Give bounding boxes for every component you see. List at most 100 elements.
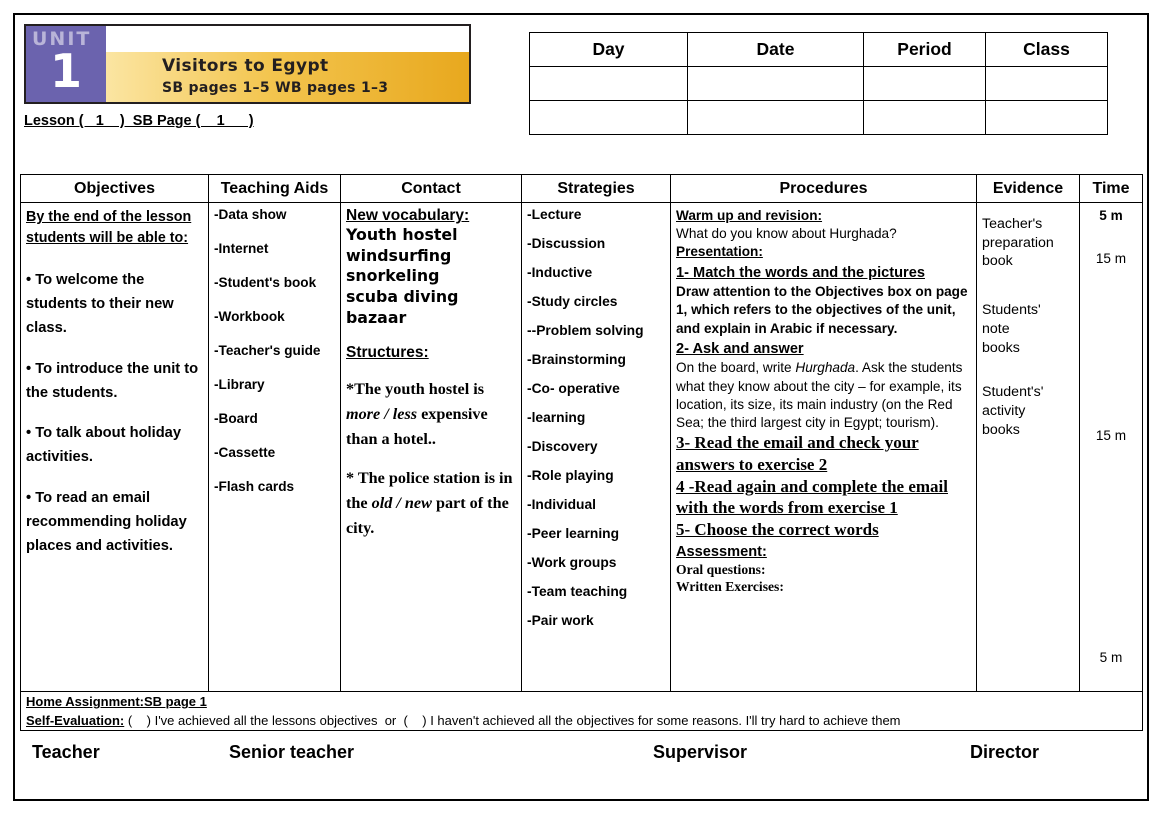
strategy-item: -Discovery <box>527 439 598 454</box>
teaching-aid-item: -Data show <box>214 207 287 222</box>
signature-teacher: Teacher <box>32 742 100 762</box>
cell-date[interactable] <box>687 66 864 101</box>
structure-1-emphasis: more / less <box>346 405 418 424</box>
signature-supervisor: Supervisor <box>653 742 748 762</box>
unit-number-label: 1 <box>50 44 83 98</box>
time-value: 15 m <box>1095 251 1127 266</box>
evidence-item: Student's' activity books <box>982 384 1044 438</box>
strategy-item: -Work groups <box>527 555 617 570</box>
self-evaluation-cell: Self-Evaluation: ( ) I've achieved all t… <box>20 711 1143 731</box>
step-1-heading: 1- Match the words and the pictures <box>676 264 925 281</box>
cell-class[interactable] <box>985 100 1108 135</box>
step-2-part-a: On the board, write <box>676 360 796 376</box>
vocabulary-item: scuba diving <box>346 287 459 307</box>
strategy-item: -Brainstorming <box>527 352 626 367</box>
objective-item: • To read an email recommending holiday … <box>26 490 187 554</box>
column-header-strategies: Strategies <box>521 174 671 203</box>
column-header-procedures: Procedures <box>670 174 977 203</box>
cell-strategies: -Lecture -Discussion -Inductive -Study c… <box>521 202 671 692</box>
vocabulary-item: snorkeling <box>346 266 440 286</box>
teaching-aid-item: -Workbook <box>214 309 285 324</box>
unit-pages: SB pages 1–5 WB pages 1–3 <box>162 80 389 96</box>
objective-item: • To welcome the students to their new c… <box>26 272 174 336</box>
teaching-aid-item: -Flash cards <box>214 479 295 494</box>
structure-2-emphasis: old / new <box>371 493 432 512</box>
header-class: Class <box>985 32 1108 67</box>
strategy-item: -Pair work <box>527 613 594 628</box>
strategy-item: -Discussion <box>527 236 606 251</box>
unit-title-strip: Visitors to Egypt SB pages 1–5 WB pages … <box>106 52 469 102</box>
self-evaluation-row: Self-Evaluation: ( ) I've achieved all t… <box>20 711 1143 731</box>
step-2-body: On the board, write Hurghada. Ask the st… <box>676 359 971 432</box>
lesson-plan-grid: Objectives Teaching Aids Contact Strateg… <box>20 174 1143 731</box>
lesson-page-line: Lesson ( 1 ) SB Page ( 1 ) <box>24 113 254 129</box>
step-5-heading: 5- Choose the correct words <box>676 520 879 540</box>
cell-day[interactable] <box>529 100 688 135</box>
info-header-row: Day Date Period Class <box>529 32 1108 67</box>
cell-objectives: By the end of the lesson students will b… <box>20 202 209 692</box>
header-date: Date <box>687 32 864 67</box>
cell-date[interactable] <box>687 100 864 135</box>
strategy-item: -Peer learning <box>527 526 620 541</box>
time-value: 15 m <box>1095 428 1127 443</box>
self-evaluation-line: Self-Evaluation: ( ) I've achieved all t… <box>26 713 901 728</box>
warmup-text: What do you know about Hurghada? <box>676 226 897 242</box>
home-assignment-cell: Home Assignment:SB page 1 <box>20 691 1143 711</box>
evidence-item: Students' note books <box>982 302 1041 356</box>
strategy-item: -Lecture <box>527 207 582 222</box>
time-value: 5 m <box>1099 208 1123 223</box>
time-value: 5 m <box>1099 650 1123 665</box>
teaching-aid-item: -Library <box>214 377 265 392</box>
step-4-heading: 4 -Read again and complete the email wit… <box>676 476 948 518</box>
step-2-emphasis: Hurghada <box>795 360 856 376</box>
objectives-list: • To welcome the students to their new c… <box>26 269 203 558</box>
objective-item: • To introduce the unit to the students. <box>26 360 199 401</box>
header-period: Period <box>863 32 986 67</box>
new-vocabulary-heading: New vocabulary: <box>346 207 516 225</box>
cell-period[interactable] <box>863 100 986 135</box>
cell-procedures: Warm up and revision: What do you know a… <box>670 202 977 692</box>
unit-title: Visitors to Egypt <box>162 56 329 76</box>
vocabulary-list: Youth hostel windsurfing snorkeling scub… <box>346 225 516 328</box>
new-vocabulary-colon: : <box>464 207 470 224</box>
structure-1-part-a: *The youth hostel is <box>346 380 485 399</box>
strategies-list: -Lecture -Discussion -Inductive -Study c… <box>527 207 665 628</box>
assessment-written-colon: : <box>779 579 784 594</box>
warmup-heading: Warm up and revision: <box>676 208 823 223</box>
cell-period[interactable] <box>863 66 986 101</box>
new-vocabulary-label: New vocabulary <box>346 207 465 224</box>
home-assignment-text: Home Assignment:SB page 1 <box>26 694 207 709</box>
strategy-item: -learning <box>527 410 586 425</box>
cell-time: 5 m 15 m 15 m 5 m <box>1079 202 1143 692</box>
step-3-heading: 3- Read the email and check your answers… <box>676 433 919 474</box>
teaching-aids-list: -Data show -Internet -Student's book -Wo… <box>214 207 335 494</box>
column-header-evidence: Evidence <box>976 174 1080 203</box>
self-evaluation-text: ( ) I've achieved all the lessons object… <box>124 713 901 728</box>
column-header-contact: Contact <box>340 174 522 203</box>
cell-day[interactable] <box>529 66 688 101</box>
cell-evidence: Teacher's preparation book Students' not… <box>976 202 1080 692</box>
signature-row: Teacher Senior teacher Supervisor Direct… <box>20 742 1142 782</box>
structure-item-2: * The police station is in the old / new… <box>346 466 516 540</box>
presentation-heading: Presentation: <box>676 244 763 260</box>
strategy-item: --Problem solving <box>527 323 644 338</box>
signature-director: Director <box>970 742 1040 762</box>
unit-banner: UNIT 1 Visitors to Egypt SB pages 1–5 WB… <box>24 24 471 104</box>
column-header-time: Time <box>1079 174 1143 203</box>
evidence-item: Teacher's preparation book <box>982 216 1054 270</box>
strategy-item: -Team teaching <box>527 584 628 599</box>
assessment-heading: Assessment: <box>676 543 767 560</box>
top-area: UNIT 1 Visitors to Egypt SB pages 1–5 WB… <box>15 15 1147 163</box>
cell-teaching-aids: -Data show -Internet -Student's book -Wo… <box>208 202 341 692</box>
cell-class[interactable] <box>985 66 1108 101</box>
strategy-item: -Role playing <box>527 468 614 483</box>
teaching-aid-item: -Teacher's guide <box>214 343 321 358</box>
strategy-item: -Inductive <box>527 265 593 280</box>
strategy-item: -Individual <box>527 497 596 512</box>
teaching-aid-item: -Cassette <box>214 445 276 460</box>
objectives-heading: By the end of the lesson students will b… <box>26 209 192 247</box>
structures-heading: Structures: <box>346 344 429 362</box>
step-2-heading: 2- Ask and answer <box>676 340 804 357</box>
assessment-oral: Oral questions: <box>676 562 766 578</box>
teaching-aid-item: -Student's book <box>214 275 317 290</box>
